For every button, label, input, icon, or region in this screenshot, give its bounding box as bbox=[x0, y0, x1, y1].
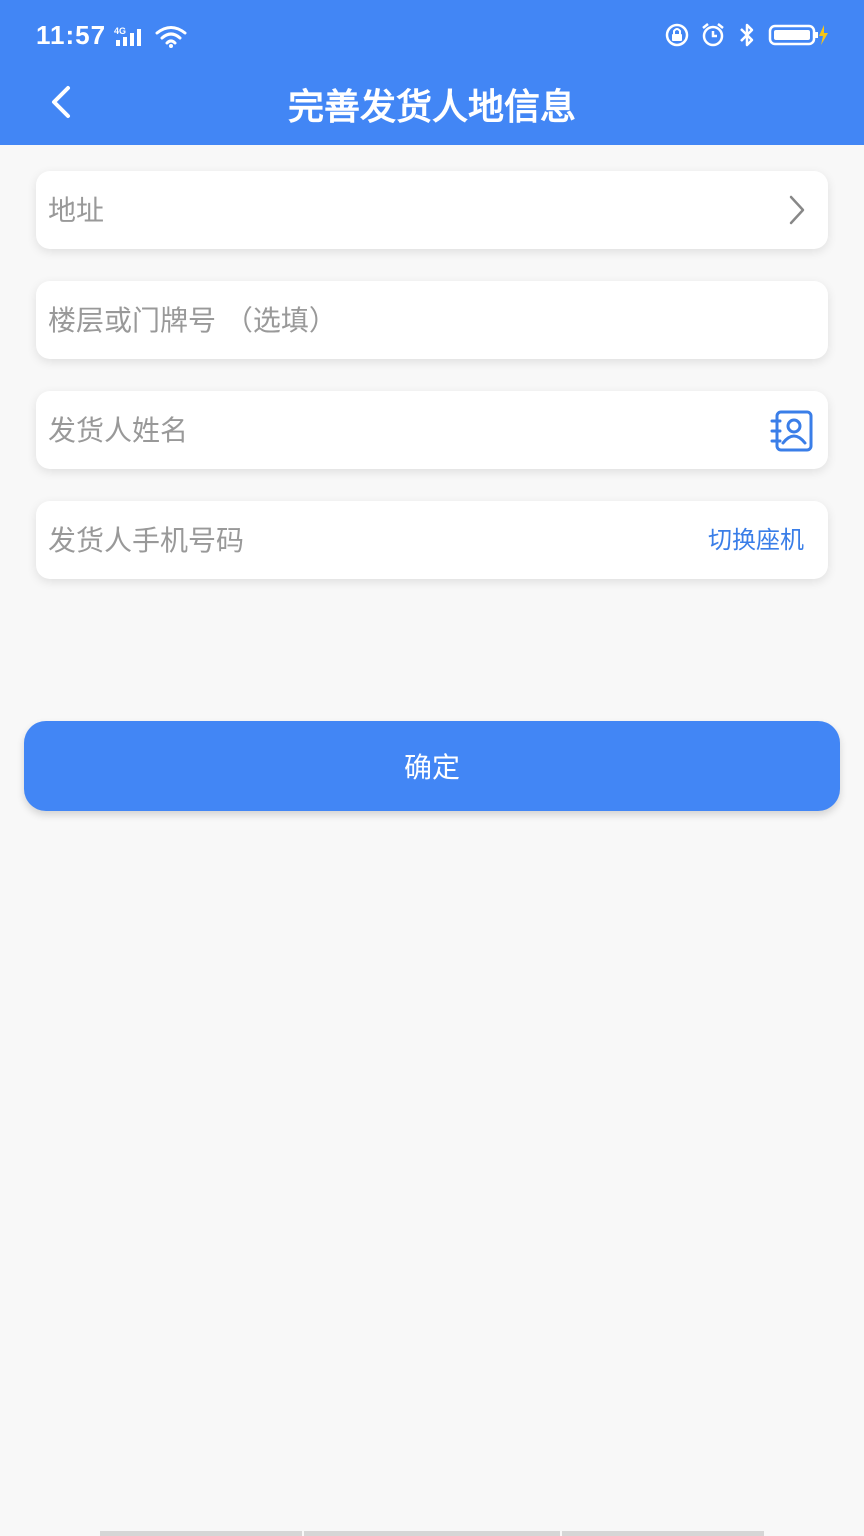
signal-icon: 4G bbox=[114, 26, 146, 52]
gesture-bar-center bbox=[304, 1531, 560, 1536]
network-label: 4G bbox=[114, 26, 126, 36]
confirm-button[interactable]: 确定 bbox=[24, 721, 840, 811]
sender-name-field-row bbox=[36, 391, 828, 469]
status-bar: 11:57 4G bbox=[0, 0, 864, 74]
floor-input[interactable] bbox=[48, 281, 668, 359]
app-header: 11:57 4G 完善发货人地信息 bbox=[0, 0, 864, 145]
sender-phone-field-row: 切换座机 bbox=[36, 501, 828, 579]
chevron-right-icon bbox=[782, 195, 812, 225]
sender-name-input[interactable] bbox=[48, 391, 668, 469]
bluetooth-icon bbox=[736, 22, 758, 52]
alarm-icon bbox=[700, 22, 726, 52]
lock-rotation-icon bbox=[664, 22, 690, 52]
address-input[interactable] bbox=[48, 171, 668, 249]
floor-field-row bbox=[36, 281, 828, 359]
page-title: 完善发货人地信息 bbox=[287, 87, 576, 128]
sender-phone-input[interactable] bbox=[48, 501, 668, 579]
gesture-bar-left bbox=[100, 1531, 302, 1536]
status-time: 11:57 bbox=[36, 20, 107, 50]
contact-book-icon[interactable] bbox=[770, 409, 814, 453]
status-right-icons bbox=[664, 22, 830, 52]
status-left-icons: 4G bbox=[114, 24, 188, 52]
nav-bar: 完善发货人地信息 bbox=[0, 70, 864, 145]
address-field-row[interactable] bbox=[36, 171, 828, 249]
battery-charging-icon bbox=[768, 23, 830, 51]
gesture-bar-right bbox=[562, 1531, 764, 1536]
switch-landline-link[interactable]: 切换座机 bbox=[708, 501, 804, 579]
wifi-icon bbox=[154, 24, 188, 52]
